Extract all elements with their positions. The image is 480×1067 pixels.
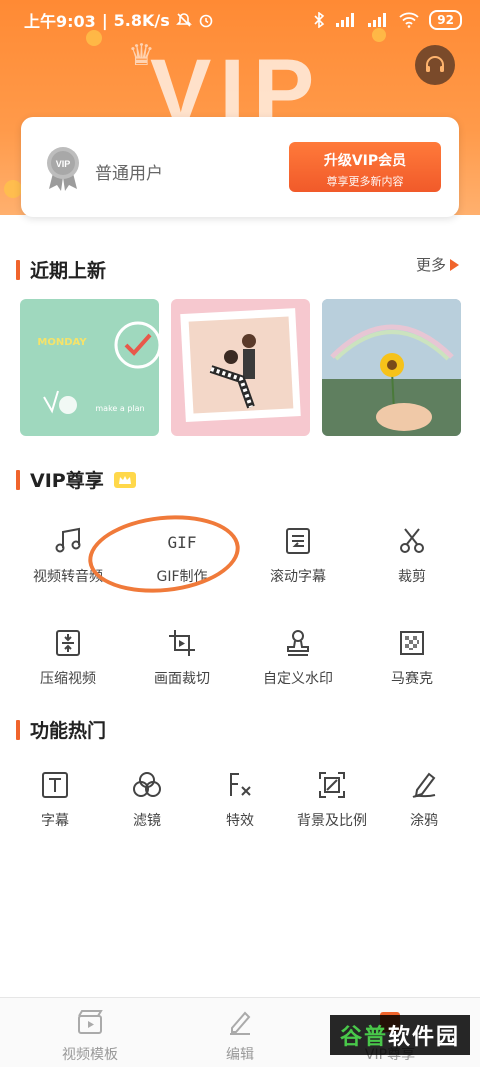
highlight-ellipse: [84, 508, 244, 600]
tool-label: 裁剪: [398, 569, 426, 585]
recent-title: 近期上新: [30, 260, 107, 282]
svg-text:VIP: VIP: [56, 159, 71, 169]
watermark-part1: 谷普: [339, 1025, 388, 1050]
vip-section-title: VIP尊享: [16, 466, 136, 493]
user-type-label: 普通用户: [95, 164, 163, 184]
couple-photo-illustration: [180, 308, 301, 422]
battery-indicator: 92: [429, 10, 462, 30]
recent-section-title: 近期上新: [16, 256, 106, 283]
signal-icon: [368, 13, 387, 27]
text-icon: [42, 772, 68, 798]
title-accent-bar: [16, 259, 20, 280]
signal-icon: [336, 13, 355, 27]
user-card: VIP 普通用户 升级VIP会员 尊享更多新内容: [21, 117, 459, 217]
bluetooth-icon: [314, 12, 325, 28]
monday-plan-illustration: MONDAY make a plan: [37, 321, 159, 414]
tool-label: 自定义水印: [263, 671, 333, 687]
recent-thumb-monday[interactable]: MONDAY make a plan: [20, 299, 159, 436]
network-speed: 5.8K/s: [113, 10, 170, 30]
headset-icon: [426, 56, 444, 72]
tool-cut[interactable]: 裁剪: [357, 524, 467, 586]
stamp-icon: [287, 630, 309, 656]
fx-icon: [230, 773, 251, 796]
filter-icon: [133, 772, 161, 797]
tool-compress-video[interactable]: 压缩视频: [13, 626, 123, 688]
scroll-subtitle-icon: [286, 528, 310, 554]
nav-edit[interactable]: 编辑: [185, 1008, 295, 1064]
alarm-icon: [199, 14, 213, 28]
mosaic-icon: [400, 631, 424, 655]
tool-label: 涂鸦: [410, 813, 438, 829]
flower-rainbow-illustration: [322, 299, 461, 436]
title-accent-bar: [16, 719, 20, 740]
nav-label: 编辑: [226, 1047, 254, 1063]
recent-thumb-flower[interactable]: [322, 299, 461, 436]
mute-icon: [175, 13, 192, 27]
tool-label: 画面裁切: [154, 671, 210, 687]
monday-caption: MONDAY: [37, 337, 87, 348]
more-link[interactable]: 更多: [416, 254, 460, 275]
upgrade-vip-label: 升级VIP会员: [323, 153, 407, 169]
plan-caption: make a plan: [95, 404, 144, 413]
tool-label: 马赛克: [391, 671, 433, 687]
tool-label: 滚动字幕: [270, 569, 326, 585]
watermark-part2: 软件园: [388, 1025, 461, 1050]
compress-icon: [56, 630, 80, 656]
tool-frame-crop[interactable]: 画面裁切: [127, 626, 237, 688]
status-time: 上午9:03: [24, 12, 96, 31]
arrow-right-icon: [450, 258, 460, 271]
tool-custom-watermark[interactable]: 自定义水印: [243, 626, 353, 688]
music-note-icon: [55, 527, 81, 553]
site-watermark-logo: 谷普 软件园: [330, 1015, 470, 1055]
upgrade-vip-button[interactable]: 升级VIP会员 尊享更多新内容: [289, 142, 441, 192]
tool-mosaic[interactable]: 马赛克: [357, 626, 467, 688]
crown-badge-icon: [113, 471, 136, 488]
upgrade-vip-subtitle: 尊享更多新内容: [326, 175, 404, 188]
tool-label: 压缩视频: [40, 671, 96, 687]
clapperboard-icon: [78, 1010, 103, 1034]
nav-video-templates[interactable]: 视频模板: [35, 1008, 145, 1064]
crop-icon: [169, 630, 195, 656]
edit-icon: [230, 1011, 251, 1035]
hot-title: 功能热门: [30, 720, 107, 742]
vip-title: VIP尊享: [30, 470, 104, 492]
status-bar: 上午9:03 | 5.8K/s 92: [0, 0, 480, 40]
tool-scroll-subtitle[interactable]: 滚动字幕: [243, 524, 353, 586]
wifi-icon: [399, 12, 419, 28]
scissors-icon: [400, 528, 424, 553]
coin-decoration: [4, 180, 22, 198]
ratio-icon: [319, 772, 345, 798]
nav-label: 视频模板: [62, 1047, 118, 1063]
title-accent-bar: [16, 469, 20, 490]
member-badge-icon: VIP: [47, 147, 79, 191]
hot-section-title: 功能热门: [16, 716, 106, 743]
status-divider: |: [101, 10, 108, 30]
customer-service-button[interactable]: [415, 45, 455, 85]
recent-thumb-couple[interactable]: [171, 299, 310, 436]
more-label: 更多: [416, 256, 447, 274]
pen-icon: [412, 772, 436, 798]
tool-doodle[interactable]: 涂鸦: [369, 768, 479, 830]
